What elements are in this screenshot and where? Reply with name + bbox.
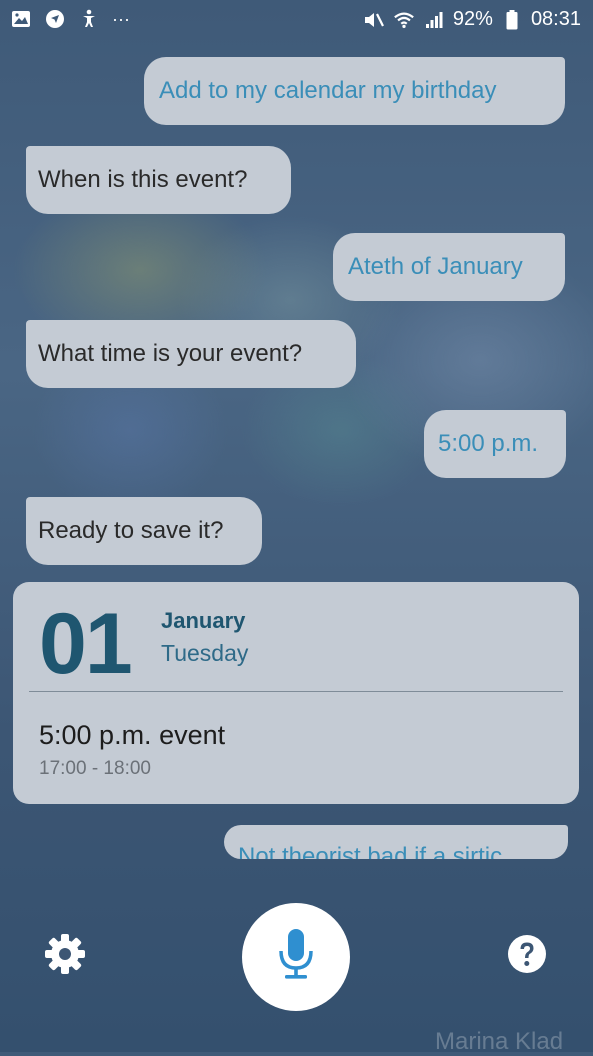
more-dots-icon: ··· <box>112 8 130 29</box>
microphone-button[interactable] <box>242 903 350 1011</box>
microphone-icon <box>276 927 316 988</box>
accessibility-icon <box>78 8 100 30</box>
help-icon[interactable] <box>507 934 547 974</box>
status-bar: ··· 92% 08:31 <box>0 0 593 40</box>
status-bar-left: ··· <box>10 8 130 30</box>
card-divider <box>29 691 563 692</box>
battery-icon <box>501 9 523 31</box>
event-month: January <box>161 608 246 633</box>
assistant-message: When is this event? <box>26 146 291 214</box>
user-message: Ateth of January <box>333 233 565 301</box>
user-message: Add to my calendar my birthday <box>144 57 565 125</box>
wifi-icon <box>393 9 415 31</box>
status-bar-right: 92% 08:31 <box>363 8 581 31</box>
partial-user-message: Not theorist bad if a sirtic <box>224 825 568 859</box>
navigation-icon <box>44 8 66 30</box>
event-title: 5:00 p.m. event <box>39 720 226 750</box>
gear-icon[interactable] <box>43 932 87 976</box>
event-day: 01 <box>39 596 133 692</box>
event-weekday: Tuesday <box>161 640 249 666</box>
mute-icon <box>363 9 385 31</box>
user-message: 5:00 p.m. <box>424 410 566 478</box>
assistant-message: Ready to save it? <box>26 497 262 565</box>
event-time-range: 17:00 - 18:00 <box>39 758 151 779</box>
event-card[interactable]: 01 January Tuesday 5:00 p.m. event 17:00… <box>13 582 579 804</box>
battery-percent: 92% <box>452 8 493 30</box>
clock: 08:31 <box>530 8 581 30</box>
signal-icon <box>423 9 445 31</box>
assistant-message: What time is your event? <box>26 320 356 388</box>
image-icon <box>10 8 32 30</box>
